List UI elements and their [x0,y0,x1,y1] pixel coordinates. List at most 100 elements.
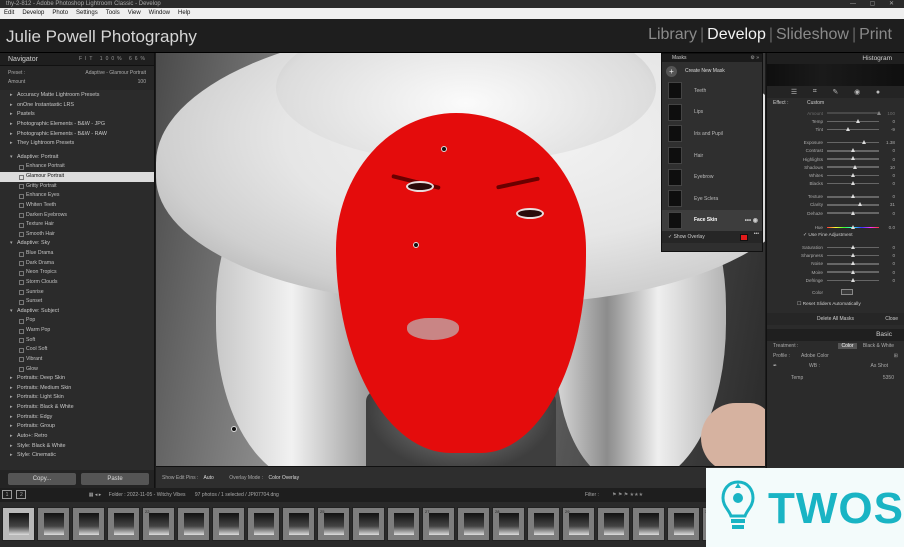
slider-value[interactable]: 10 [879,165,899,170]
preset-item[interactable]: Dark Drama [0,259,154,269]
slider-knob[interactable] [850,181,855,186]
preset-item[interactable]: Sunset [0,297,154,307]
flag-filter-icons[interactable]: ⚑ ⚑ ⚑ ★★★ [612,488,643,502]
masking-icon[interactable]: ● [876,89,880,96]
grid-icon[interactable]: ▦ ◂ ▸ [29,492,102,498]
red-eye-icon[interactable]: ◉ [854,88,860,96]
mask-item[interactable]: Teeth [662,80,762,102]
filmstrip-thumbnail[interactable]: 28 [492,507,525,541]
slider-track[interactable] [827,277,879,282]
slider-track[interactable] [827,172,879,177]
preset-item[interactable]: Texture Hair [0,220,154,230]
disclosure-closed-icon[interactable]: ▸ [10,451,13,461]
reset-sliders-checkbox[interactable]: ☐ Reset Sliders Automatically [767,300,904,309]
slider-track[interactable] [827,156,879,161]
preset-group[interactable]: ▸ Style: Black & White [0,442,154,452]
filmstrip-thumbnail[interactable] [107,507,140,541]
disclosure-closed-icon[interactable]: ▸ [10,432,13,442]
preset-item[interactable]: Whiten Teeth [0,201,154,211]
slider-track[interactable] [827,210,879,215]
slider-moire[interactable]: Moire 0 [767,268,904,276]
wb-value[interactable]: As Shot [870,361,888,371]
slider-highlights[interactable]: Highlights 0 [767,155,904,163]
slider-knob[interactable] [850,148,855,153]
filmstrip-thumbnail[interactable] [212,507,245,541]
preset-item[interactable]: Blue Drama [0,249,154,259]
slider-temp[interactable]: Temp 0 [767,117,904,125]
slider-track[interactable] [827,148,879,153]
slider-value[interactable]: 100 [879,111,899,116]
slider-contrast[interactable]: Contrast 0 [767,147,904,155]
create-new-mask-button[interactable]: + Create New Mask [662,62,762,80]
preset-item[interactable]: Darken Eyebrows [0,211,154,221]
slider-knob[interactable] [858,202,863,207]
slider-track[interactable] [827,164,879,169]
slider-defringe[interactable]: Defringe 0 [767,276,904,284]
hue-knob[interactable] [850,224,855,229]
preset-item[interactable]: Enhance Portrait [0,162,154,172]
preset-item[interactable]: Storm Clouds [0,278,154,288]
mask-item[interactable]: Iris and Pupil [662,123,762,145]
preset-group[interactable]: ▾ Adaptive: Subject [0,307,154,317]
slider-value[interactable]: 0 [879,253,899,258]
slider-track[interactable] [827,118,879,123]
slider-knob[interactable] [850,244,855,249]
folder-label[interactable]: Folder : 2022-11-05 - Witchy Vibes [103,492,186,498]
treatment-bw[interactable]: Black & White [859,343,898,349]
preset-group[interactable]: ▸ Photographic Elements - B&W - JPG [0,120,154,130]
masks-panel-menu-icon[interactable]: ⚙ » [750,54,759,62]
zoom-fit[interactable]: FIT [79,56,95,62]
hue-track[interactable] [827,224,879,229]
slider-track[interactable] [827,194,879,199]
preset-group[interactable]: ▸ Style: Cinematic [0,451,154,461]
module-slideshow[interactable]: Slideshow [774,26,851,43]
preset-group[interactable]: ▸ Portraits: Medium Skin [0,384,154,394]
slider-value[interactable]: 31 [879,202,899,207]
slider-value[interactable]: 0 [879,181,899,186]
slider-texture[interactable]: Texture 0 [767,193,904,201]
disclosure-open-icon[interactable]: ▾ [10,307,13,317]
copy-button[interactable]: Copy... [8,473,76,485]
filmstrip-thumbnail[interactable] [37,507,70,541]
overlay-color-swatch[interactable] [740,234,748,242]
preset-item[interactable]: Glamour Portrait [0,172,154,182]
disclosure-closed-icon[interactable]: ▸ [10,120,13,130]
slider-knob[interactable] [850,261,855,266]
color-swatch[interactable] [841,289,853,296]
module-develop[interactable]: Develop [705,26,768,43]
preset-group[interactable]: ▸ Portraits: Light Skin [0,393,154,403]
slider-exposure[interactable]: Exposure 1.38 [767,139,904,147]
slider-amount[interactable]: Amount 100 [767,109,904,117]
amount-value[interactable]: 100 [138,78,146,87]
disclosure-open-icon[interactable]: ▾ [10,239,13,249]
mask-item[interactable]: Eyebrow [662,166,762,188]
slider-track[interactable] [827,202,879,207]
slider-shadows[interactable]: Shadows 10 [767,163,904,171]
preset-group[interactable]: ▸ Auto+: Retro [0,432,154,442]
filmstrip-thumbnail[interactable] [527,507,560,541]
zoom-66[interactable]: 66% [129,56,148,62]
slider-value[interactable]: 0 [879,194,899,199]
navigator-header[interactable]: Navigator FIT 100% 66% [0,53,154,66]
zoom-100[interactable]: 100% [100,56,125,62]
filmstrip-thumbnail[interactable] [352,507,385,541]
paste-button[interactable]: Paste [81,473,149,485]
preset-value[interactable]: Adaptive - Glamour Portrait [85,69,146,78]
filmstrip-thumbnail[interactable]: 25 [317,507,350,541]
slider-knob[interactable] [861,140,866,145]
preset-item[interactable]: Warm Pop [0,326,154,336]
preset-group[interactable]: ▸ They Lightroom Presets [0,139,154,149]
slider-value[interactable]: 0 [879,278,899,283]
preset-item[interactable]: Sunrise [0,288,154,298]
disclosure-open-icon[interactable]: ▾ [10,153,13,163]
crop-icon[interactable]: ⌗ [813,88,817,96]
minimize-button[interactable]: — [850,1,862,7]
preset-item[interactable]: Soft [0,336,154,346]
filmstrip-thumbnail[interactable]: 22 [142,507,175,541]
slider-knob[interactable] [850,156,855,161]
filmstrip-thumbnail[interactable] [247,507,280,541]
menu-tools[interactable]: Tools [102,8,124,19]
slider-value[interactable]: 0 [879,157,899,162]
preset-group[interactable]: ▾ Adaptive: Portrait [0,153,154,163]
slider-track[interactable] [827,140,879,145]
